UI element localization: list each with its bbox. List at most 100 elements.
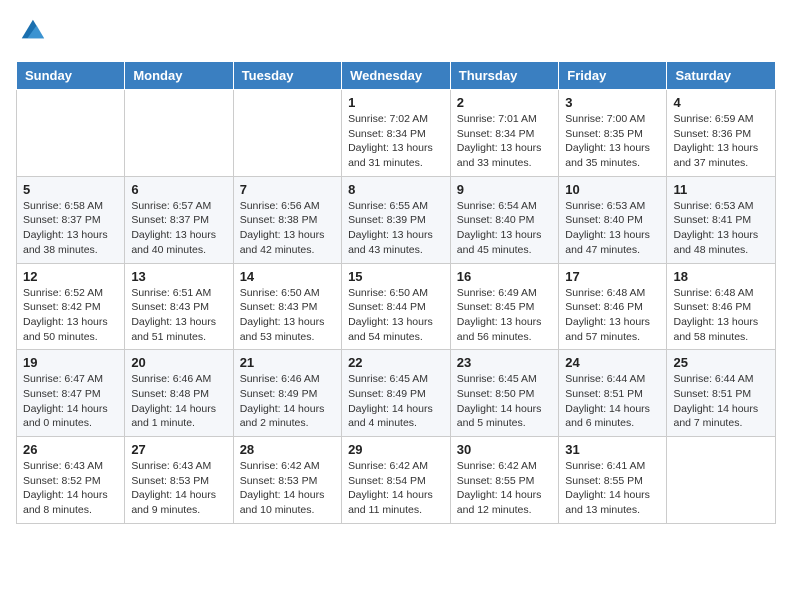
calendar-cell: 23Sunrise: 6:45 AM Sunset: 8:50 PM Dayli… xyxy=(450,350,559,437)
day-number: 26 xyxy=(23,442,118,457)
logo xyxy=(16,16,48,49)
calendar-week-row: 12 Sunrise: 6:52 AM Sunset: 8:42 PM Dayli… xyxy=(17,263,776,350)
day-info: Sunrise: 6:47 AM Sunset: 8:47 PM Dayligh… xyxy=(23,372,118,431)
day-number: 24 xyxy=(565,355,660,370)
calendar-cell: 3Sunrise: 7:00 AM Sunset: 8:35 PM Daylig… xyxy=(559,90,667,177)
calendar-table: SundayMondayTuesdayWednesdayThursdayFrid… xyxy=(16,61,776,524)
calendar-cell: 30 Sunrise: 6:42 AM Sunset: 8:55 PM Dayli… xyxy=(450,437,559,524)
day-number: 17 xyxy=(565,269,660,284)
day-info: Sunrise: 6:48 AM Sunset: 8:46 PM Dayligh… xyxy=(673,286,769,345)
day-number: 11 xyxy=(673,182,769,197)
day-info: Sunrise: 6:46 AM Sunset: 8:49 PM Dayligh… xyxy=(240,372,335,431)
day-number: 20 xyxy=(131,355,226,370)
calendar-week-row: 26 Sunrise: 6:43 AM Sunset: 8:52 PM Dayli… xyxy=(17,437,776,524)
calendar-week-row: 5 Sunrise: 6:58 AM Sunset: 8:37 PM Daylig… xyxy=(17,176,776,263)
day-number: 21 xyxy=(240,355,335,370)
calendar-cell: 2 Sunrise: 7:01 AM Sunset: 8:34 PM Daylig… xyxy=(450,90,559,177)
day-info: Sunrise: 6:50 AM Sunset: 8:44 PM Dayligh… xyxy=(348,286,444,345)
day-number: 13 xyxy=(131,269,226,284)
calendar-cell xyxy=(17,90,125,177)
day-number: 25 xyxy=(673,355,769,370)
calendar-cell: 13Sunrise: 6:51 AM Sunset: 8:43 PM Dayli… xyxy=(125,263,233,350)
calendar-cell xyxy=(125,90,233,177)
day-number: 6 xyxy=(131,182,226,197)
calendar-cell: 6 Sunrise: 6:57 AM Sunset: 8:37 PM Daylig… xyxy=(125,176,233,263)
calendar-cell: 21 Sunrise: 6:46 AM Sunset: 8:49 PM Dayli… xyxy=(233,350,341,437)
weekday-header: Saturday xyxy=(667,62,776,90)
day-info: Sunrise: 6:44 AM Sunset: 8:51 PM Dayligh… xyxy=(565,372,660,431)
day-info: Sunrise: 6:43 AM Sunset: 8:52 PM Dayligh… xyxy=(23,459,118,518)
day-info: Sunrise: 6:41 AM Sunset: 8:55 PM Dayligh… xyxy=(565,459,660,518)
day-number: 5 xyxy=(23,182,118,197)
day-number: 15 xyxy=(348,269,444,284)
day-info: Sunrise: 6:45 AM Sunset: 8:49 PM Dayligh… xyxy=(348,372,444,431)
day-number: 18 xyxy=(673,269,769,284)
weekday-header: Monday xyxy=(125,62,233,90)
day-info: Sunrise: 6:57 AM Sunset: 8:37 PM Dayligh… xyxy=(131,199,226,258)
calendar-cell: 4 Sunrise: 6:59 AM Sunset: 8:36 PM Daylig… xyxy=(667,90,776,177)
day-number: 29 xyxy=(348,442,444,457)
day-info: Sunrise: 6:52 AM Sunset: 8:42 PM Dayligh… xyxy=(23,286,118,345)
calendar-header-row: SundayMondayTuesdayWednesdayThursdayFrid… xyxy=(17,62,776,90)
day-number: 1 xyxy=(348,95,444,110)
day-info: Sunrise: 6:43 AM Sunset: 8:53 PM Dayligh… xyxy=(131,459,226,518)
calendar-cell: 10Sunrise: 6:53 AM Sunset: 8:40 PM Dayli… xyxy=(559,176,667,263)
day-number: 22 xyxy=(348,355,444,370)
day-info: Sunrise: 6:44 AM Sunset: 8:51 PM Dayligh… xyxy=(673,372,769,431)
calendar-cell: 19 Sunrise: 6:47 AM Sunset: 8:47 PM Dayli… xyxy=(17,350,125,437)
weekday-header: Thursday xyxy=(450,62,559,90)
weekday-header: Wednesday xyxy=(342,62,451,90)
day-info: Sunrise: 6:53 AM Sunset: 8:40 PM Dayligh… xyxy=(565,199,660,258)
day-info: Sunrise: 6:50 AM Sunset: 8:43 PM Dayligh… xyxy=(240,286,335,345)
day-info: Sunrise: 6:42 AM Sunset: 8:54 PM Dayligh… xyxy=(348,459,444,518)
calendar-cell: 14 Sunrise: 6:50 AM Sunset: 8:43 PM Dayli… xyxy=(233,263,341,350)
day-info: Sunrise: 6:58 AM Sunset: 8:37 PM Dayligh… xyxy=(23,199,118,258)
day-info: Sunrise: 6:54 AM Sunset: 8:40 PM Dayligh… xyxy=(457,199,553,258)
day-number: 7 xyxy=(240,182,335,197)
day-info: Sunrise: 6:53 AM Sunset: 8:41 PM Dayligh… xyxy=(673,199,769,258)
day-info: Sunrise: 6:55 AM Sunset: 8:39 PM Dayligh… xyxy=(348,199,444,258)
calendar-cell xyxy=(233,90,341,177)
day-number: 28 xyxy=(240,442,335,457)
day-number: 16 xyxy=(457,269,553,284)
day-number: 12 xyxy=(23,269,118,284)
day-info: Sunrise: 6:48 AM Sunset: 8:46 PM Dayligh… xyxy=(565,286,660,345)
day-info: Sunrise: 7:02 AM Sunset: 8:34 PM Dayligh… xyxy=(348,112,444,171)
calendar-cell: 20Sunrise: 6:46 AM Sunset: 8:48 PM Dayli… xyxy=(125,350,233,437)
day-number: 9 xyxy=(457,182,553,197)
calendar-cell: 27Sunrise: 6:43 AM Sunset: 8:53 PM Dayli… xyxy=(125,437,233,524)
calendar-cell: 24 Sunrise: 6:44 AM Sunset: 8:51 PM Dayli… xyxy=(559,350,667,437)
calendar-cell: 12 Sunrise: 6:52 AM Sunset: 8:42 PM Dayli… xyxy=(17,263,125,350)
day-number: 3 xyxy=(565,95,660,110)
calendar-cell: 5 Sunrise: 6:58 AM Sunset: 8:37 PM Daylig… xyxy=(17,176,125,263)
day-number: 23 xyxy=(457,355,553,370)
day-info: Sunrise: 6:42 AM Sunset: 8:53 PM Dayligh… xyxy=(240,459,335,518)
calendar-week-row: 19 Sunrise: 6:47 AM Sunset: 8:47 PM Dayli… xyxy=(17,350,776,437)
day-number: 14 xyxy=(240,269,335,284)
weekday-header: Tuesday xyxy=(233,62,341,90)
calendar-cell: 31Sunrise: 6:41 AM Sunset: 8:55 PM Dayli… xyxy=(559,437,667,524)
day-info: Sunrise: 6:49 AM Sunset: 8:45 PM Dayligh… xyxy=(457,286,553,345)
calendar-cell: 22 Sunrise: 6:45 AM Sunset: 8:49 PM Dayli… xyxy=(342,350,451,437)
calendar-cell: 25 Sunrise: 6:44 AM Sunset: 8:51 PM Dayli… xyxy=(667,350,776,437)
calendar-cell: 28 Sunrise: 6:42 AM Sunset: 8:53 PM Dayli… xyxy=(233,437,341,524)
page-header xyxy=(16,16,776,49)
calendar-cell: 15 Sunrise: 6:50 AM Sunset: 8:44 PM Dayli… xyxy=(342,263,451,350)
calendar-cell: 18 Sunrise: 6:48 AM Sunset: 8:46 PM Dayli… xyxy=(667,263,776,350)
day-number: 4 xyxy=(673,95,769,110)
day-number: 8 xyxy=(348,182,444,197)
day-number: 19 xyxy=(23,355,118,370)
calendar-cell: 26 Sunrise: 6:43 AM Sunset: 8:52 PM Dayli… xyxy=(17,437,125,524)
calendar-cell: 11 Sunrise: 6:53 AM Sunset: 8:41 PM Dayli… xyxy=(667,176,776,263)
day-info: Sunrise: 7:01 AM Sunset: 8:34 PM Dayligh… xyxy=(457,112,553,171)
calendar-cell: 8 Sunrise: 6:55 AM Sunset: 8:39 PM Daylig… xyxy=(342,176,451,263)
calendar-cell xyxy=(667,437,776,524)
calendar-cell: 1 Sunrise: 7:02 AM Sunset: 8:34 PM Daylig… xyxy=(342,90,451,177)
weekday-header: Friday xyxy=(559,62,667,90)
calendar-body: 1 Sunrise: 7:02 AM Sunset: 8:34 PM Daylig… xyxy=(17,90,776,524)
day-info: Sunrise: 6:42 AM Sunset: 8:55 PM Dayligh… xyxy=(457,459,553,518)
calendar-cell: 9 Sunrise: 6:54 AM Sunset: 8:40 PM Daylig… xyxy=(450,176,559,263)
day-info: Sunrise: 6:59 AM Sunset: 8:36 PM Dayligh… xyxy=(673,112,769,171)
day-number: 2 xyxy=(457,95,553,110)
day-number: 30 xyxy=(457,442,553,457)
